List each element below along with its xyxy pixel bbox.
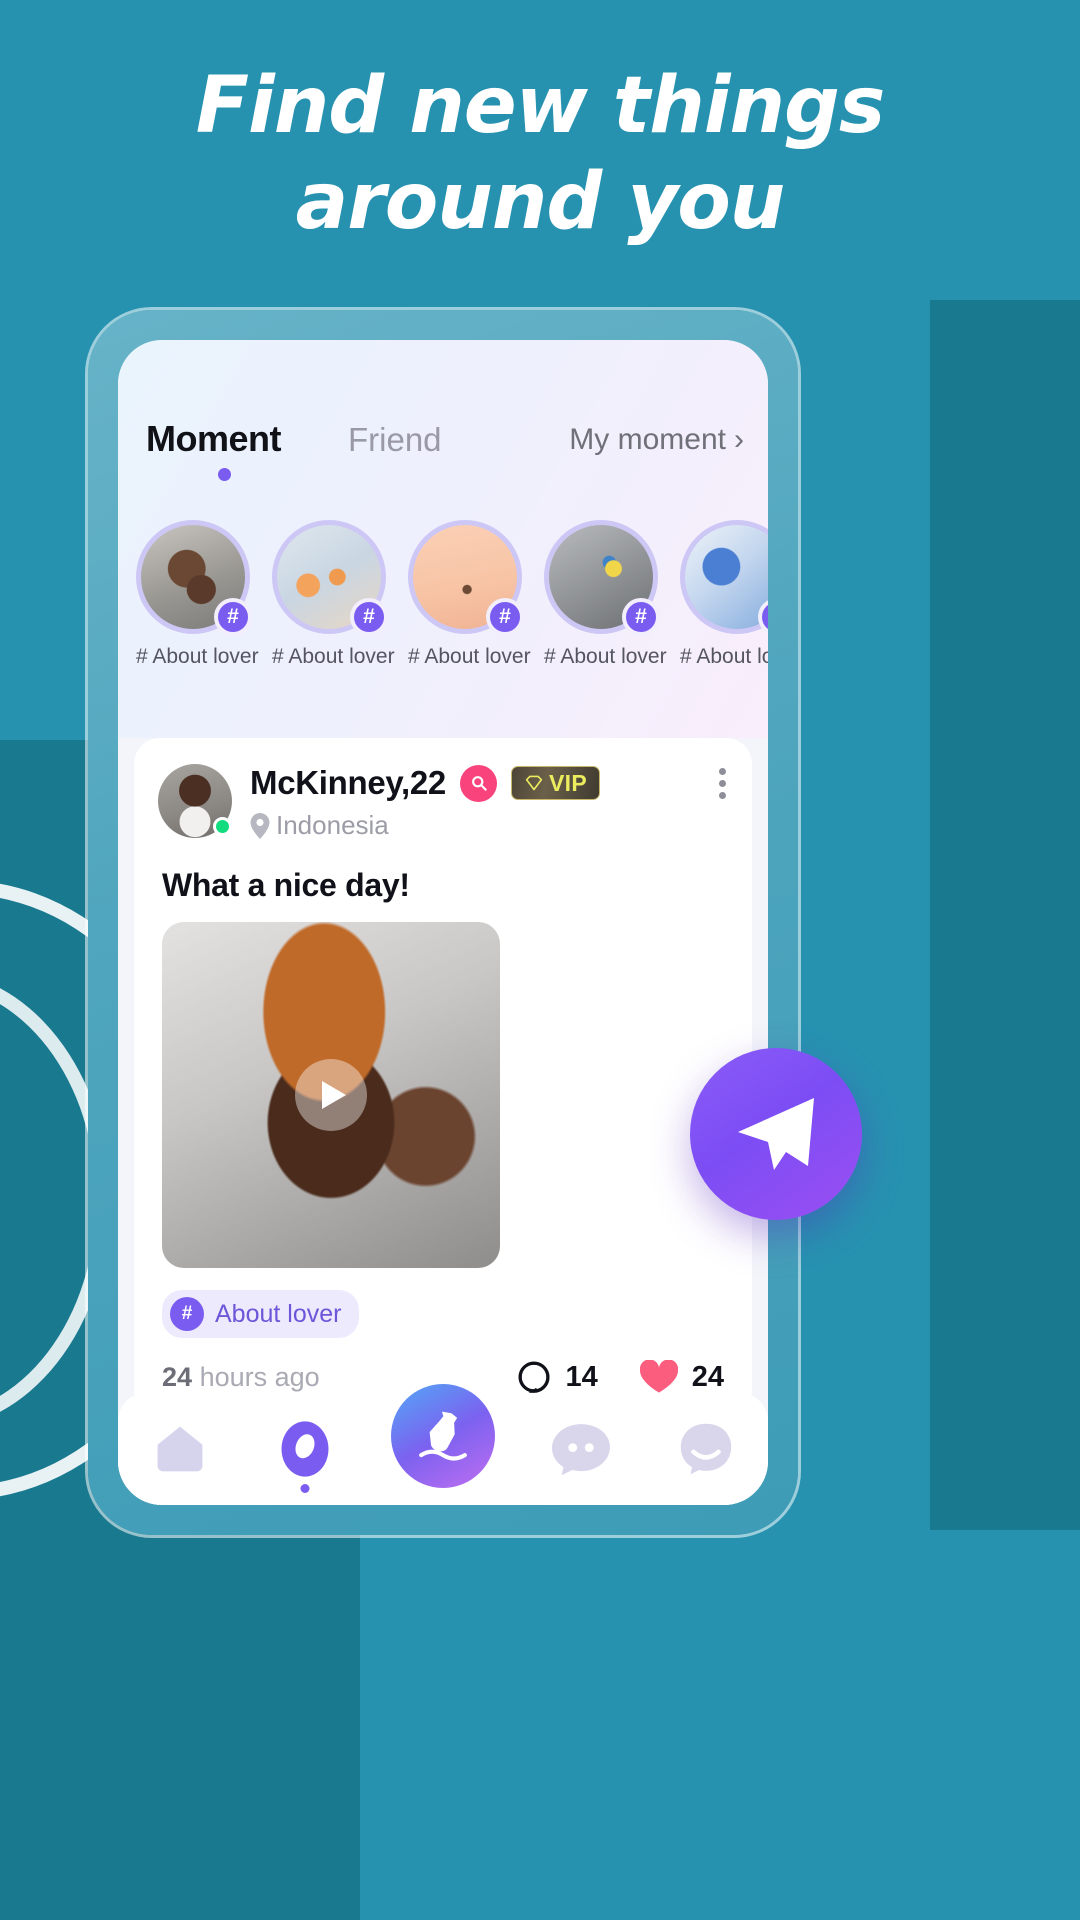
post-tag-label: About lover	[215, 1299, 342, 1328]
post-actions: 14 24	[517, 1360, 724, 1394]
story-ring: #	[544, 520, 660, 636]
story-item[interactable]: # # About lover	[272, 520, 395, 710]
leaf-icon	[281, 1421, 329, 1477]
chat-bubble-icon	[552, 1424, 611, 1476]
floating-send-button[interactable]	[690, 1048, 862, 1220]
comment-count: 14	[565, 1360, 598, 1393]
location-pin-icon	[250, 812, 270, 839]
story-item[interactable]: # # About lover	[680, 520, 768, 710]
vip-label: VIP	[549, 769, 587, 796]
headline-line-1: Find new things	[195, 61, 886, 151]
nav-active-dot	[300, 1484, 310, 1493]
play-icon[interactable]	[295, 1059, 367, 1131]
page-title: Find new things around you	[0, 58, 1080, 250]
phone-screen: Moment Friend My moment › # # About love…	[118, 340, 768, 1505]
story-item[interactable]: # # About lover	[544, 520, 667, 710]
status-badge: VIP	[511, 766, 600, 800]
post-media[interactable]	[162, 922, 500, 1268]
story-label: # About lover	[680, 645, 768, 668]
like-count: 24	[691, 1360, 724, 1393]
comment-action[interactable]: 14	[517, 1360, 598, 1394]
my-moment-label: My moment	[569, 423, 726, 456]
chevron-right-icon: ›	[734, 423, 744, 456]
story-item[interactable]: # # About lover	[136, 520, 259, 710]
hash-icon: #	[622, 598, 660, 636]
like-action[interactable]: 24	[639, 1360, 724, 1394]
hash-icon: #	[350, 598, 388, 636]
send-plane-icon	[738, 1098, 814, 1170]
nav-item-chat[interactable]	[535, 1403, 627, 1495]
post-name-row: McKinney,22 VIP	[250, 764, 600, 802]
nav-item-home[interactable]	[134, 1403, 226, 1495]
nav-item-drift-bottle[interactable]	[383, 1384, 503, 1495]
phone-mockup: Moment Friend My moment › # # About love…	[88, 310, 798, 1535]
profile-icon	[680, 1423, 731, 1475]
comment-bubble-icon	[519, 1361, 550, 1393]
story-ring: #	[136, 520, 252, 636]
my-moment-link[interactable]: My moment ›	[569, 423, 744, 457]
post-timestamp-value: 24	[162, 1361, 193, 1392]
drift-bottle-button[interactable]	[390, 1384, 495, 1488]
tab-moment[interactable]: Moment	[146, 418, 282, 460]
bottle-icon	[419, 1411, 467, 1461]
bottom-navigation	[118, 1384, 768, 1505]
nav-item-profile[interactable]	[660, 1403, 752, 1495]
story-label: # About lover	[408, 645, 531, 668]
hash-icon: #	[486, 598, 524, 636]
hash-icon: #	[170, 1297, 204, 1331]
post-timestamp-unit: hours ago	[199, 1361, 320, 1392]
background-shape-right	[930, 300, 1080, 1530]
story-ring: #	[272, 520, 388, 636]
diamond-icon	[525, 775, 543, 791]
story-ring: #	[408, 520, 524, 636]
tab-bar: Moment Friend My moment ›	[118, 418, 768, 481]
story-label: # About lover	[136, 645, 259, 668]
tab-active-indicator	[218, 468, 231, 481]
headline-line-2: around you	[295, 157, 786, 247]
heart-icon	[639, 1360, 678, 1393]
search-badge-icon	[460, 764, 497, 802]
post-location: Indonesia	[250, 810, 600, 841]
story-item[interactable]: # # About lover	[408, 520, 531, 710]
post-tag[interactable]: # About lover	[162, 1290, 360, 1338]
avatar[interactable]	[158, 764, 232, 838]
online-status-dot	[213, 817, 232, 836]
post-header: McKinney,22 VIP Indonesia	[158, 764, 728, 841]
post-card[interactable]: McKinney,22 VIP Indonesia What a nice da…	[134, 738, 752, 1416]
post-timestamp: 24 hours ago	[162, 1362, 320, 1393]
story-thumbnail	[685, 525, 768, 629]
home-icon	[157, 1426, 203, 1472]
kebab-menu-icon[interactable]	[719, 768, 726, 799]
nav-item-moment[interactable]	[259, 1403, 351, 1495]
story-ring: #	[680, 520, 768, 636]
post-location-label: Indonesia	[276, 810, 389, 840]
post-text: What a nice day!	[162, 867, 410, 903]
story-label: # About lover	[544, 645, 667, 668]
tab-friend[interactable]: Friend	[348, 421, 442, 459]
story-label: # About lover	[272, 645, 395, 668]
post-username: McKinney,22	[250, 764, 446, 801]
hash-icon: #	[214, 598, 252, 636]
stories-row[interactable]: # # About lover # # About lover # # Abou…	[118, 520, 768, 710]
